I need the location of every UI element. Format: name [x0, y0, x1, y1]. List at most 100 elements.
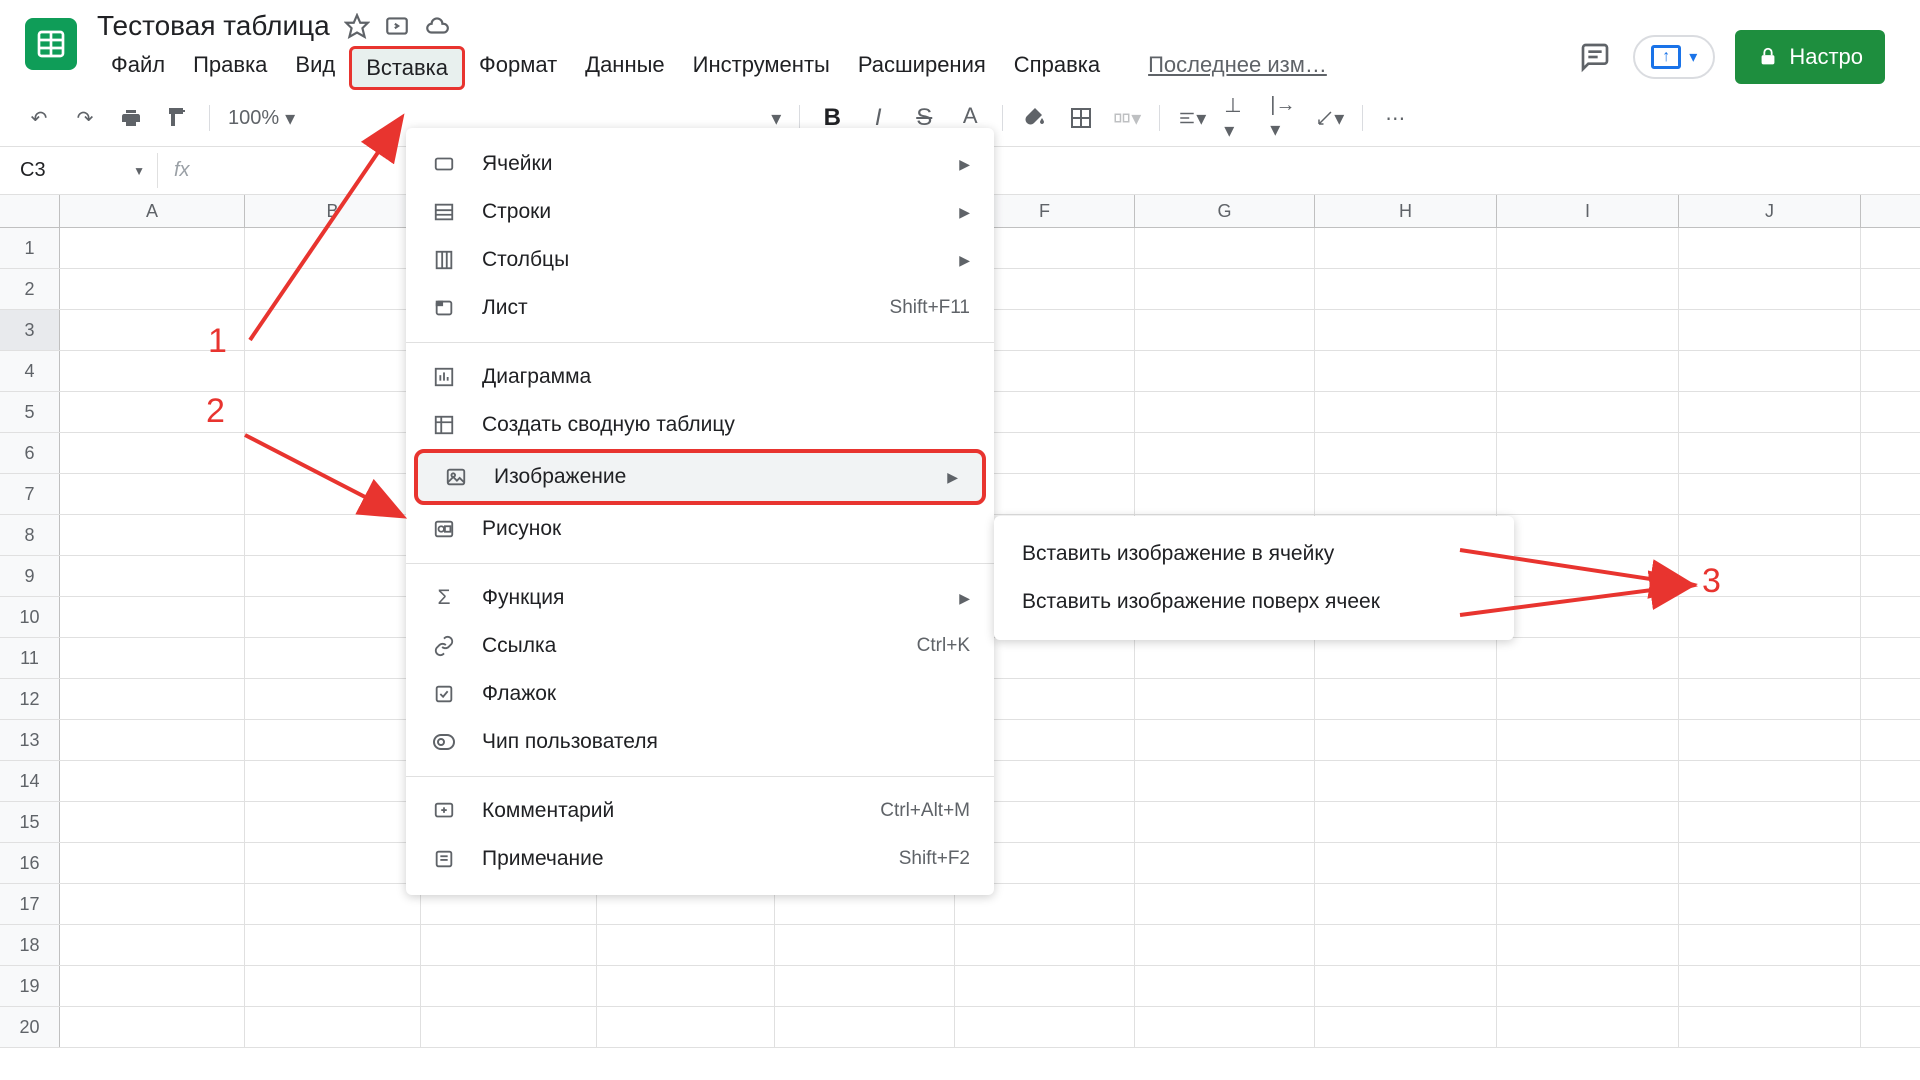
cell[interactable]: [60, 474, 245, 514]
cell[interactable]: [1497, 843, 1679, 883]
menu-data[interactable]: Данные: [571, 46, 678, 90]
cell[interactable]: [1315, 843, 1497, 883]
last-edit-link[interactable]: Последнее изм…: [1134, 46, 1341, 90]
cell[interactable]: [1497, 351, 1679, 391]
print-icon[interactable]: [117, 104, 145, 132]
cell[interactable]: [1135, 884, 1315, 924]
cell[interactable]: [1679, 310, 1861, 350]
row-header[interactable]: 1: [0, 228, 60, 268]
cell[interactable]: [1135, 1007, 1315, 1047]
dd-columns[interactable]: Столбцы▶: [406, 236, 994, 284]
cell[interactable]: [60, 720, 245, 760]
cell[interactable]: [60, 351, 245, 391]
cell[interactable]: [1497, 474, 1679, 514]
cell[interactable]: [1679, 720, 1861, 760]
cell[interactable]: [1135, 433, 1315, 473]
row-header[interactable]: 4: [0, 351, 60, 391]
row-header[interactable]: 16: [0, 843, 60, 883]
cell[interactable]: [1135, 966, 1315, 1006]
cell[interactable]: [245, 228, 421, 268]
cell[interactable]: [60, 433, 245, 473]
dd-rows[interactable]: Строки▶: [406, 188, 994, 236]
wrap-icon[interactable]: |→ ▾: [1270, 104, 1298, 132]
cell[interactable]: [245, 843, 421, 883]
cell[interactable]: [1315, 433, 1497, 473]
paint-format-icon[interactable]: [163, 104, 191, 132]
cell[interactable]: [1679, 474, 1861, 514]
dd-chart[interactable]: Диаграмма: [406, 353, 994, 401]
name-box[interactable]: C3▼: [8, 153, 158, 188]
cell[interactable]: [245, 720, 421, 760]
dd-drawing[interactable]: Рисунок: [406, 505, 994, 553]
cell[interactable]: [421, 1007, 597, 1047]
cell[interactable]: [245, 597, 421, 637]
more-icon[interactable]: ⋯: [1381, 104, 1409, 132]
cell[interactable]: [1135, 679, 1315, 719]
dd-comment[interactable]: КомментарийCtrl+Alt+M: [406, 787, 994, 835]
cell[interactable]: [1679, 679, 1861, 719]
cell[interactable]: [955, 966, 1135, 1006]
cell[interactable]: [775, 966, 955, 1006]
cell[interactable]: [421, 925, 597, 965]
sub-image-in-cell[interactable]: Вставить изображение в ячейку: [994, 530, 1514, 578]
cell[interactable]: [1679, 433, 1861, 473]
cell[interactable]: [1315, 925, 1497, 965]
cell[interactable]: [1679, 925, 1861, 965]
cell[interactable]: [1315, 1007, 1497, 1047]
row-header[interactable]: 7: [0, 474, 60, 514]
fill-color-icon[interactable]: [1021, 104, 1049, 132]
cell[interactable]: [775, 1007, 955, 1047]
zoom-control[interactable]: 100% ▾: [228, 106, 295, 131]
undo-icon[interactable]: ↶: [25, 104, 53, 132]
row-header[interactable]: 8: [0, 515, 60, 555]
cell[interactable]: [1497, 556, 1679, 596]
dd-chip[interactable]: Чип пользователя: [406, 718, 994, 766]
cell[interactable]: [1135, 802, 1315, 842]
cell[interactable]: [955, 925, 1135, 965]
cell[interactable]: [1497, 228, 1679, 268]
cell[interactable]: [245, 761, 421, 801]
sub-image-over-cells[interactable]: Вставить изображение поверх ячеек: [994, 578, 1514, 626]
cell[interactable]: [1679, 597, 1861, 637]
cell[interactable]: [60, 228, 245, 268]
cell[interactable]: [245, 556, 421, 596]
cell[interactable]: [1315, 802, 1497, 842]
menu-file[interactable]: Файл: [97, 46, 179, 90]
menu-tools[interactable]: Инструменты: [679, 46, 844, 90]
cell[interactable]: [1135, 474, 1315, 514]
cell[interactable]: [1497, 597, 1679, 637]
cell[interactable]: [245, 392, 421, 432]
cell[interactable]: [245, 802, 421, 842]
cell[interactable]: [1135, 638, 1315, 678]
cell[interactable]: [245, 310, 421, 350]
cell[interactable]: [775, 925, 955, 965]
menu-extensions[interactable]: Расширения: [844, 46, 1000, 90]
cell[interactable]: [245, 679, 421, 719]
cell[interactable]: [60, 1007, 245, 1047]
cell[interactable]: [1679, 761, 1861, 801]
cell[interactable]: [1679, 966, 1861, 1006]
dd-note[interactable]: ПримечаниеShift+F2: [406, 835, 994, 883]
cell[interactable]: [245, 351, 421, 391]
cell[interactable]: [1135, 843, 1315, 883]
row-header[interactable]: 6: [0, 433, 60, 473]
cell[interactable]: [1315, 679, 1497, 719]
cell[interactable]: [1679, 802, 1861, 842]
cell[interactable]: [245, 966, 421, 1006]
cell[interactable]: [1315, 392, 1497, 432]
dd-checkbox[interactable]: Флажок: [406, 670, 994, 718]
cell[interactable]: [60, 310, 245, 350]
cell[interactable]: [1679, 556, 1861, 596]
cell[interactable]: [1135, 269, 1315, 309]
cell[interactable]: [1497, 802, 1679, 842]
doc-title[interactable]: Тестовая таблица: [97, 10, 330, 42]
row-header[interactable]: 10: [0, 597, 60, 637]
cell[interactable]: [1315, 228, 1497, 268]
cell[interactable]: [245, 638, 421, 678]
col-header[interactable]: H: [1315, 195, 1497, 227]
row-header[interactable]: 2: [0, 269, 60, 309]
menu-insert[interactable]: Вставка: [349, 46, 465, 90]
cell[interactable]: [245, 925, 421, 965]
col-header[interactable]: G: [1135, 195, 1315, 227]
cell[interactable]: [1315, 269, 1497, 309]
